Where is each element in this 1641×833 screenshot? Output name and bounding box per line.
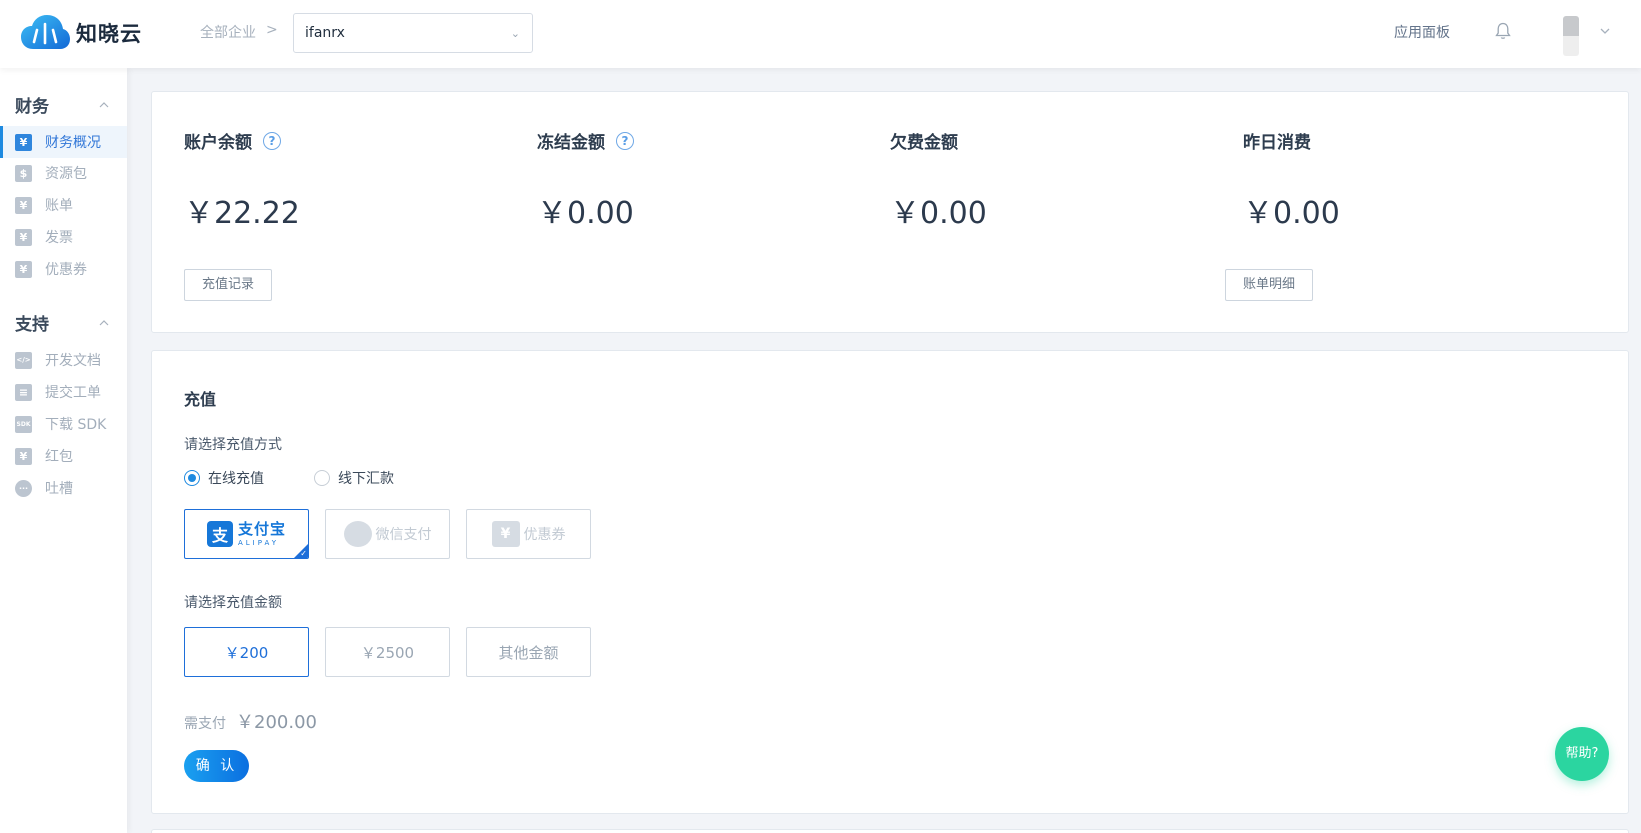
coupon-icon: ¥ [491, 521, 520, 547]
code-doc-icon: </> [15, 351, 32, 369]
stat-value-yesterday: ￥0.00 [1243, 196, 1340, 231]
sidebar-item-label: 红包 [45, 449, 73, 465]
recharge-title: 充值 [184, 390, 217, 409]
stat-label-text: 昨日消费 [1243, 133, 1311, 153]
channel-coupon[interactable]: ¥ 优惠券 [466, 509, 591, 559]
help-button[interactable]: 帮助? [1555, 727, 1609, 781]
ticket-icon: ≡ [15, 383, 32, 401]
sidebar-item-bill[interactable]: ¥ 账单 [0, 189, 127, 221]
sidebar-section-support[interactable]: 支持 [15, 310, 49, 335]
sidebar-item-label: 开发文档 [45, 353, 101, 369]
channel-wechat-pay[interactable]: 微信支付 [325, 509, 450, 559]
stat-label-yesterday: 昨日消费 [1243, 128, 1311, 153]
recharge-method-label: 请选择充值方式 [184, 437, 282, 453]
recharge-amount-label: 请选择充值金额 [184, 595, 282, 611]
stat-label-balance: 账户余额 ? [184, 128, 281, 153]
bell-icon[interactable] [1495, 22, 1511, 40]
stat-label-arrears: 欠费金额 [890, 128, 958, 153]
top-header: 知晓云 全部企业 > ifanrx ⌄ 应用面板 [0, 0, 1641, 68]
sidebar-item-label: 财务概况 [45, 135, 101, 151]
app-panel-link[interactable]: 应用面板 [1394, 22, 1450, 42]
pay-label: 需支付 [184, 716, 226, 732]
sdk-download-icon: SDK [15, 415, 32, 433]
radio-offline-transfer[interactable]: 线下汇款 [314, 468, 394, 488]
organization-select[interactable]: ifanrx ⌄ [293, 13, 533, 53]
sidebar-item-resource-package[interactable]: $ 资源包 [0, 157, 127, 189]
stat-value-arrears: ￥0.00 [890, 196, 987, 231]
recharge-record-button[interactable]: 充值记录 [184, 269, 272, 301]
amount-option-200[interactable]: ￥200 [184, 627, 309, 677]
recharge-card: 充值 请选择充值方式 在线充值 线下汇款 支 支付宝 ALIPAY ✓ 微信支付… [151, 350, 1629, 814]
stat-value-frozen: ￥0.00 [537, 196, 634, 231]
bill-detail-button[interactable]: 账单明细 [1225, 269, 1313, 301]
cloud-logo-icon [21, 15, 70, 49]
chevron-up-icon[interactable] [99, 320, 109, 326]
confirm-button[interactable]: 确 认 [184, 750, 249, 782]
coupon-icon: ¥ [15, 260, 32, 278]
sidebar-item-label: 提交工单 [45, 385, 101, 401]
sidebar-item-download-sdk[interactable]: SDK 下载 SDK [0, 408, 127, 440]
check-icon: ✓ [300, 549, 307, 558]
sidebar-section-finance[interactable]: 财务 [15, 92, 49, 117]
organization-select-value: ifanrx [305, 25, 345, 41]
logo-text: 知晓云 [76, 22, 142, 46]
radio-unchecked-icon[interactable] [314, 470, 330, 486]
red-packet-icon: ¥ [15, 447, 32, 465]
logo[interactable]: 知晓云 [21, 15, 142, 51]
amount-option-label: ￥200 [224, 643, 269, 662]
next-card-edge [151, 829, 1629, 833]
stat-label-text: 账户余额 [184, 133, 252, 153]
breadcrumb-all-companies[interactable]: 全部企业 [200, 22, 256, 42]
radio-label: 在线充值 [208, 471, 264, 487]
sidebar-item-feedback[interactable]: ··· 吐槽 [0, 472, 127, 504]
sidebar-item-invoice[interactable]: ¥ 发票 [0, 221, 127, 253]
breadcrumb-separator-icon: > [266, 22, 278, 38]
chat-bubble-icon: ··· [15, 479, 32, 497]
invoice-icon: ¥ [15, 228, 32, 246]
alipay-label: 支付宝 [237, 519, 286, 538]
yen-icon: ¥ [15, 133, 32, 151]
sidebar-item-label: 资源包 [45, 166, 87, 182]
sidebar-item-label: 发票 [45, 230, 73, 246]
sidebar-item-red-packet[interactable]: ¥ 红包 [0, 440, 127, 472]
sidebar: 财务 ¥ 财务概况 $ 资源包 ¥ 账单 ¥ 发票 ¥ 优惠券 支持 </> 开… [0, 68, 127, 833]
sidebar-item-label: 下载 SDK [45, 417, 107, 433]
avatar[interactable] [1563, 16, 1579, 56]
channel-alipay[interactable]: 支 支付宝 ALIPAY ✓ [184, 509, 309, 559]
radio-label: 线下汇款 [338, 471, 394, 487]
radio-checked-icon[interactable] [184, 470, 200, 486]
alipay-label-en: ALIPAY [237, 538, 280, 547]
sidebar-item-label: 吐槽 [45, 481, 73, 497]
chevron-down-icon[interactable] [1600, 26, 1610, 36]
wechat-label: 微信支付 [375, 527, 432, 543]
sidebar-item-coupon[interactable]: ¥ 优惠券 [0, 253, 127, 285]
sidebar-item-label: 账单 [45, 198, 73, 214]
sidebar-item-finance-overview[interactable]: ¥ 财务概况 [0, 126, 127, 158]
stat-label-text: 欠费金额 [890, 133, 958, 153]
radio-online-recharge[interactable]: 在线充值 [184, 468, 264, 488]
amount-option-other[interactable]: 其他金额 [466, 627, 591, 677]
bill-icon: ¥ [15, 196, 32, 214]
help-circle-icon[interactable]: ? [616, 131, 634, 150]
alipay-icon: 支 [206, 521, 233, 547]
amount-option-label: 其他金额 [498, 643, 559, 662]
stat-label-text: 冻结金额 [537, 133, 605, 153]
sidebar-item-submit-ticket[interactable]: ≡ 提交工单 [0, 376, 127, 408]
amount-option-label: ￥2500 [360, 643, 415, 662]
finance-overview-card: 账户余额 ? ￥22.22 冻结金额 ? ￥0.00 欠费金额 ￥0.00 昨日… [151, 91, 1629, 333]
chevron-down-icon: ⌄ [510, 27, 520, 40]
stat-label-frozen: 冻结金额 ? [537, 128, 634, 153]
alipay-logo: 支 支付宝 ALIPAY [206, 519, 286, 547]
help-circle-icon[interactable]: ? [263, 131, 281, 150]
pay-amount: ￥200.00 [236, 712, 317, 733]
stat-value-balance: ￥22.22 [184, 196, 300, 231]
package-icon: $ [15, 164, 32, 182]
sidebar-item-dev-docs[interactable]: </> 开发文档 [0, 344, 127, 376]
wechat-icon [343, 521, 372, 547]
payment-summary: 需支付 ￥200.00 [184, 708, 317, 734]
coupon-label: 优惠券 [523, 527, 566, 543]
chevron-up-icon[interactable] [99, 102, 109, 108]
amount-option-2500[interactable]: ￥2500 [325, 627, 450, 677]
sidebar-item-label: 优惠券 [45, 262, 87, 278]
